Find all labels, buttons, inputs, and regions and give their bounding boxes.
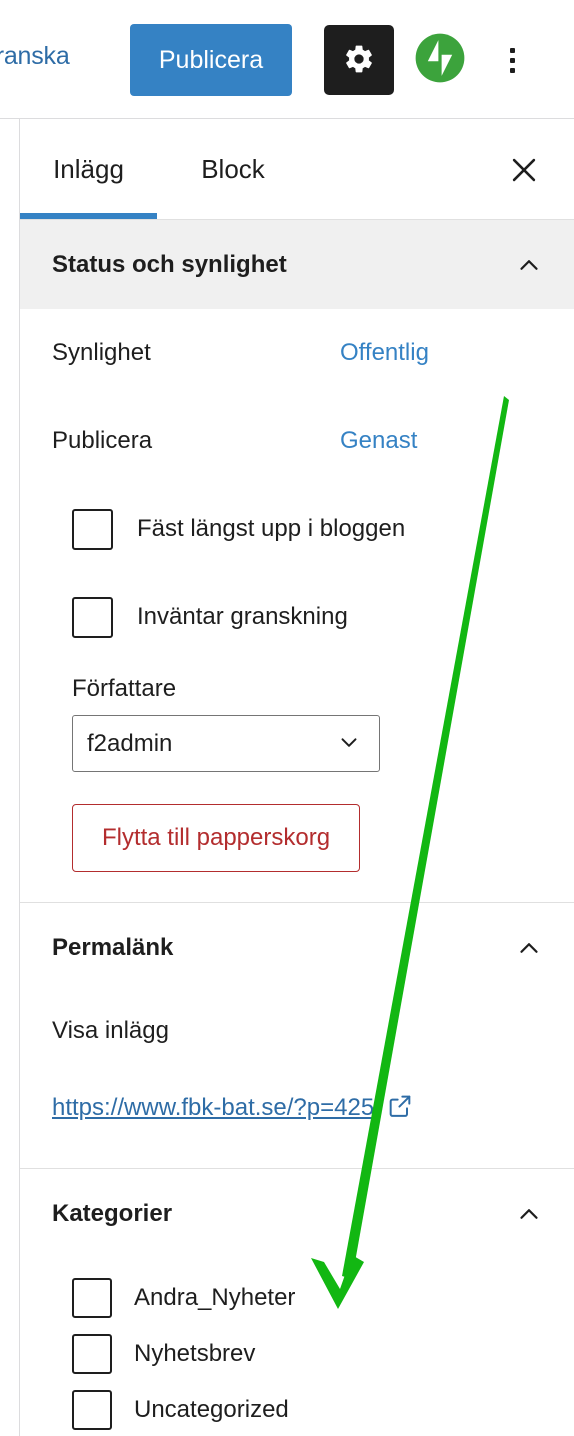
author-select[interactable]: f2admin	[72, 715, 380, 772]
editor-sidebar-screen: granska Publicera	[0, 0, 574, 1436]
preview-link[interactable]: granska	[0, 42, 70, 71]
editor-toolbar: granska Publicera	[0, 0, 574, 119]
close-sidebar-button[interactable]	[502, 149, 546, 193]
category-label: Andra_Nyheter	[134, 1284, 296, 1311]
more-options-button[interactable]	[492, 36, 532, 84]
list-item: Andra_Nyheter	[20, 1270, 574, 1326]
panel-body-status: Synlighet Offentlig Publicera Genast Fäs…	[20, 309, 574, 902]
close-icon	[507, 153, 541, 190]
permalink-row: https://www.fbk-bat.se/?p=425	[20, 1070, 574, 1142]
chevron-up-icon	[514, 1199, 544, 1229]
tab-inlagg[interactable]: Inlägg	[20, 119, 157, 219]
row-publish-date: Publicera Genast	[52, 397, 542, 485]
pending-review-checkbox[interactable]	[72, 596, 113, 638]
settings-sidebar: Inlägg Block Status och synlighet Synlig…	[19, 119, 574, 1436]
view-post-label: Visa inlägg	[52, 1017, 169, 1044]
permalink-url-link[interactable]: https://www.fbk-bat.se/?p=425	[52, 1094, 374, 1122]
panel-header-status[interactable]: Status och synlighet	[20, 220, 574, 309]
sticky-checkbox[interactable]	[72, 508, 113, 550]
category-list: Andra_Nyheter Nyhetsbrev Uncategorized	[20, 1258, 574, 1436]
publish-date-value-button[interactable]: Genast	[340, 427, 417, 455]
jetpack-button[interactable]	[414, 32, 466, 89]
row-visibility: Synlighet Offentlig	[52, 309, 542, 397]
row-sticky: Fäst längst upp i bloggen	[52, 485, 542, 573]
panel-header-categories[interactable]: Kategorier	[20, 1169, 574, 1258]
visibility-value-button[interactable]: Offentlig	[340, 339, 429, 367]
publish-button[interactable]: Publicera	[130, 24, 292, 96]
author-label: Författare	[72, 675, 177, 702]
category-label: Uncategorized	[134, 1396, 289, 1423]
chevron-up-icon	[514, 250, 544, 280]
move-to-trash-button[interactable]: Flytta till papperskorg	[72, 804, 360, 872]
kebab-menu-icon	[509, 47, 515, 53]
category-checkbox-uncategorized[interactable]	[72, 1390, 112, 1430]
publish-date-label: Publicera	[52, 427, 153, 454]
visibility-label: Synlighet	[52, 339, 151, 366]
category-checkbox-nyhetsbrev[interactable]	[72, 1334, 112, 1374]
settings-button[interactable]	[324, 25, 394, 95]
panel-title-permalink: Permalänk	[52, 933, 174, 961]
author-select-value[interactable]: f2admin	[72, 715, 380, 772]
sidebar-tablist: Inlägg Block	[20, 119, 574, 220]
chevron-up-icon	[514, 933, 544, 963]
pending-review-label: Inväntar granskning	[137, 603, 348, 630]
panel-title-status: Status och synlighet	[52, 250, 287, 278]
list-item: Uncategorized	[20, 1382, 574, 1436]
kebab-menu-icon	[509, 67, 515, 73]
gear-icon	[343, 43, 375, 78]
panel-header-permalink[interactable]: Permalänk	[20, 903, 574, 992]
sticky-label: Fäst längst upp i bloggen	[137, 515, 406, 542]
category-checkbox-andra-nyheter[interactable]	[72, 1278, 112, 1318]
panel-title-categories: Kategorier	[52, 1199, 173, 1227]
list-item: Nyhetsbrev	[20, 1326, 574, 1382]
kebab-menu-icon	[509, 57, 515, 63]
jetpack-icon	[414, 32, 466, 89]
row-pending-review: Inväntar granskning	[52, 573, 542, 661]
category-label: Nyhetsbrev	[134, 1340, 256, 1367]
external-link-icon	[386, 1092, 414, 1125]
tab-block[interactable]: Block	[173, 119, 293, 219]
